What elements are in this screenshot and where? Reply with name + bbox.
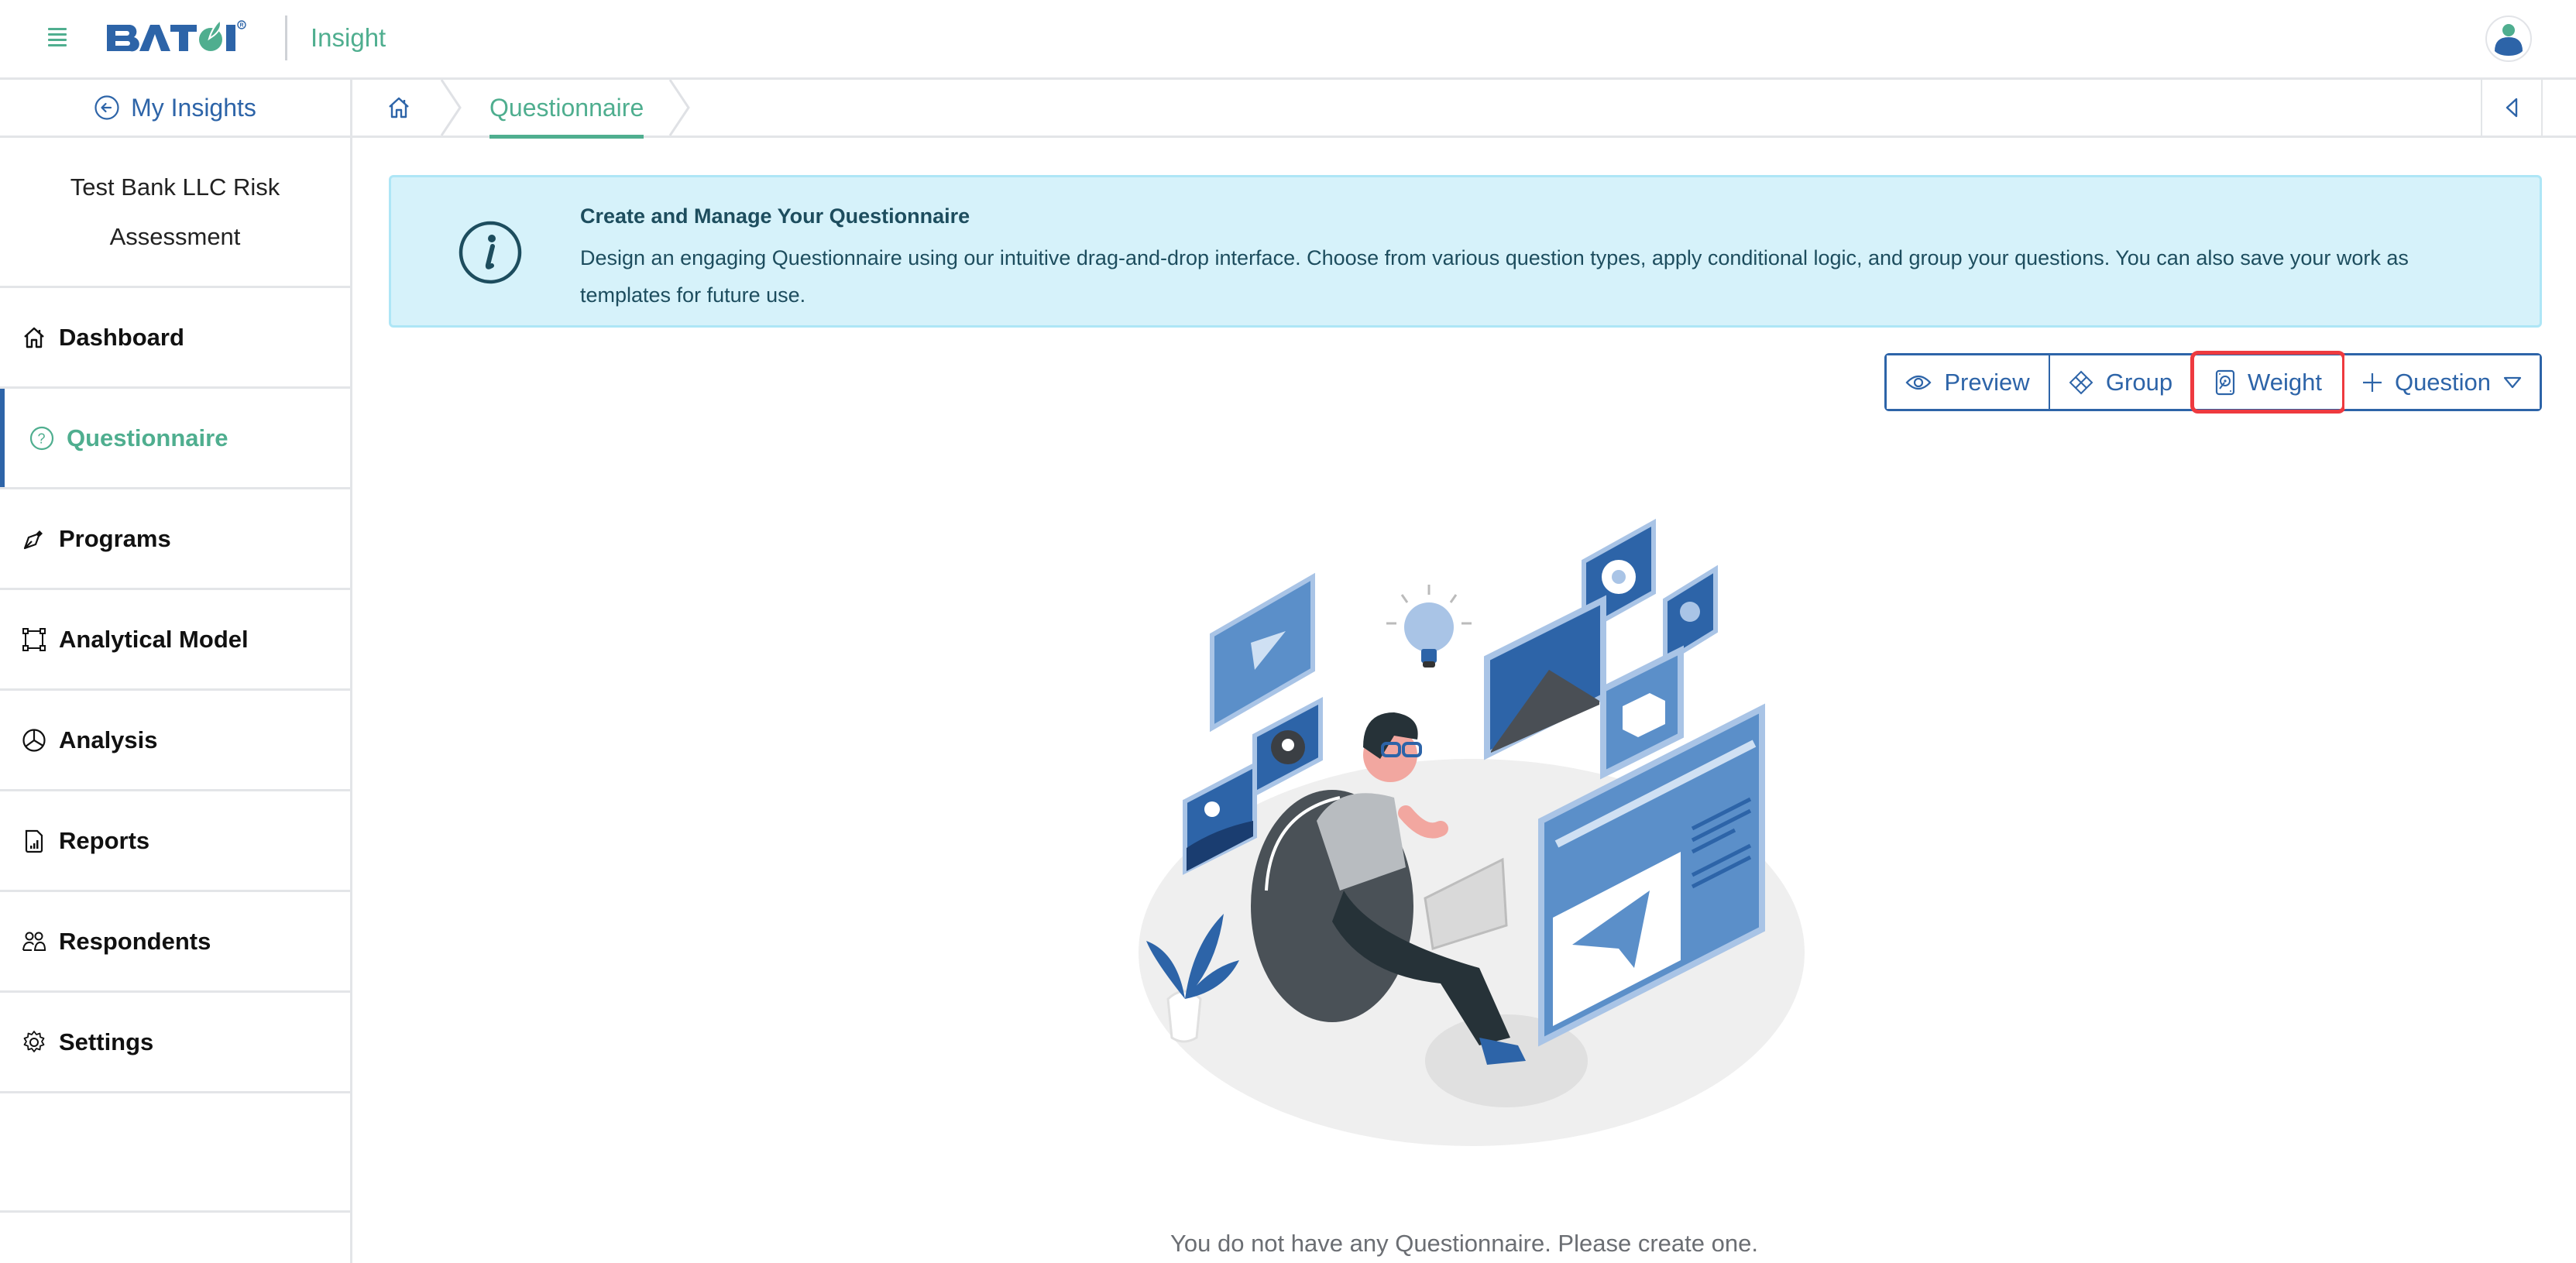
sidebar-item-label: Programs bbox=[59, 524, 171, 552]
home-icon bbox=[22, 325, 46, 350]
preview-label: Preview bbox=[1944, 368, 2030, 396]
sidebar-item-label: Settings bbox=[59, 1028, 154, 1055]
file-bar-chart-icon bbox=[22, 829, 46, 853]
triangle-left-icon bbox=[2506, 98, 2518, 118]
plus-icon bbox=[2362, 372, 2382, 392]
sidebar-item-respondents[interactable]: Respondents bbox=[0, 892, 350, 993]
top-header: R Insight bbox=[0, 0, 2576, 80]
question-circle-icon: ? bbox=[29, 426, 54, 451]
weight-label: Weight bbox=[2248, 368, 2322, 396]
pie-chart-icon bbox=[22, 728, 46, 753]
people-icon bbox=[22, 929, 46, 954]
mountain-panel bbox=[1484, 595, 1606, 760]
svg-text:?: ? bbox=[38, 431, 46, 446]
sidebar-item-analytical-model[interactable]: Analytical Model bbox=[0, 590, 350, 691]
group-button[interactable]: Group bbox=[2049, 355, 2191, 409]
empty-state-message: You do not have any Questionnaire. Pleas… bbox=[1170, 1230, 1758, 1257]
sidebar-item-label: Reports bbox=[59, 826, 150, 854]
arrow-left-circle-icon bbox=[94, 95, 119, 120]
info-circle-icon bbox=[459, 221, 522, 284]
sidebar-item-reports[interactable]: Reports bbox=[0, 791, 350, 892]
user-avatar-icon[interactable] bbox=[2485, 15, 2532, 62]
sidebar-item-questionnaire[interactable]: ? Questionnaire bbox=[0, 389, 350, 489]
video-panel bbox=[1210, 572, 1315, 733]
sidebar-item-analysis[interactable]: Analysis bbox=[0, 691, 350, 791]
sidebar-item-programs[interactable]: Programs bbox=[0, 489, 350, 590]
question-label: Question bbox=[2394, 368, 2492, 396]
sidebar-item-settings[interactable]: Settings bbox=[0, 993, 350, 1093]
sidebar-spacer bbox=[0, 1093, 350, 1213]
sidebar-item-label: Analytical Model bbox=[59, 625, 249, 653]
lightbulb-icon bbox=[1386, 585, 1472, 668]
breadcrumb: Questionnaire bbox=[352, 80, 2576, 139]
breadcrumb-home[interactable] bbox=[352, 80, 445, 136]
camera-panel bbox=[1252, 697, 1323, 798]
my-insights-link[interactable]: My Insights bbox=[0, 80, 350, 138]
banner-title: Create and Manage Your Questionnaire bbox=[580, 204, 970, 228]
eye-icon bbox=[1905, 375, 1932, 390]
gear-icon bbox=[22, 1030, 46, 1055]
sidebar-item-label: Respondents bbox=[59, 927, 211, 955]
sidebar-item-dashboard[interactable]: Dashboard bbox=[0, 288, 350, 389]
bounding-box-icon bbox=[22, 627, 46, 652]
collapse-panel-button[interactable] bbox=[2481, 80, 2543, 136]
breadcrumb-separator bbox=[668, 80, 690, 136]
breadcrumb-item-questionnaire[interactable]: Questionnaire bbox=[489, 80, 644, 139]
banner-text: Design an engaging Questionnaire using o… bbox=[580, 246, 2409, 307]
diamond-grid-icon bbox=[2069, 370, 2093, 394]
sidebar-item-label: Analysis bbox=[59, 726, 158, 753]
sidebar: My Insights Test Bank LLC Risk Assessmen… bbox=[0, 80, 352, 1263]
project-title: Test Bank LLC Risk Assessment bbox=[0, 138, 350, 288]
sidebar-nav: Dashboard ? Questionnaire Programs Analy… bbox=[0, 288, 350, 1213]
sidebar-item-label: Questionnaire bbox=[67, 424, 228, 451]
idea-panel bbox=[1663, 565, 1718, 667]
breadcrumb-separator bbox=[440, 80, 462, 136]
questionnaire-toolbar: Preview Group Weight Question bbox=[1884, 351, 2542, 414]
home-icon bbox=[389, 97, 409, 118]
project-title-text: Test Bank LLC Risk Assessment bbox=[70, 173, 280, 250]
info-banner: Create and Manage Your Questionnaire Des… bbox=[389, 175, 2542, 328]
pen-nib-icon bbox=[22, 527, 46, 551]
weight-button[interactable]: Weight bbox=[2190, 351, 2346, 414]
logo-divider bbox=[285, 15, 287, 60]
hamburger-icon[interactable] bbox=[48, 28, 67, 48]
hard-drive-icon bbox=[2215, 369, 2235, 395]
preview-button[interactable]: Preview bbox=[1887, 355, 2049, 409]
triangle-down-icon bbox=[2503, 376, 2522, 388]
app-name: Insight bbox=[311, 23, 386, 52]
group-label: Group bbox=[2105, 368, 2173, 396]
svg-text:R: R bbox=[240, 23, 244, 29]
batoi-logo[interactable]: R bbox=[105, 17, 260, 57]
add-question-button[interactable]: Question bbox=[2344, 355, 2540, 409]
my-insights-label: My Insights bbox=[131, 93, 256, 122]
sidebar-item-label: Dashboard bbox=[59, 323, 184, 351]
empty-state-illustration bbox=[1139, 518, 1805, 1146]
